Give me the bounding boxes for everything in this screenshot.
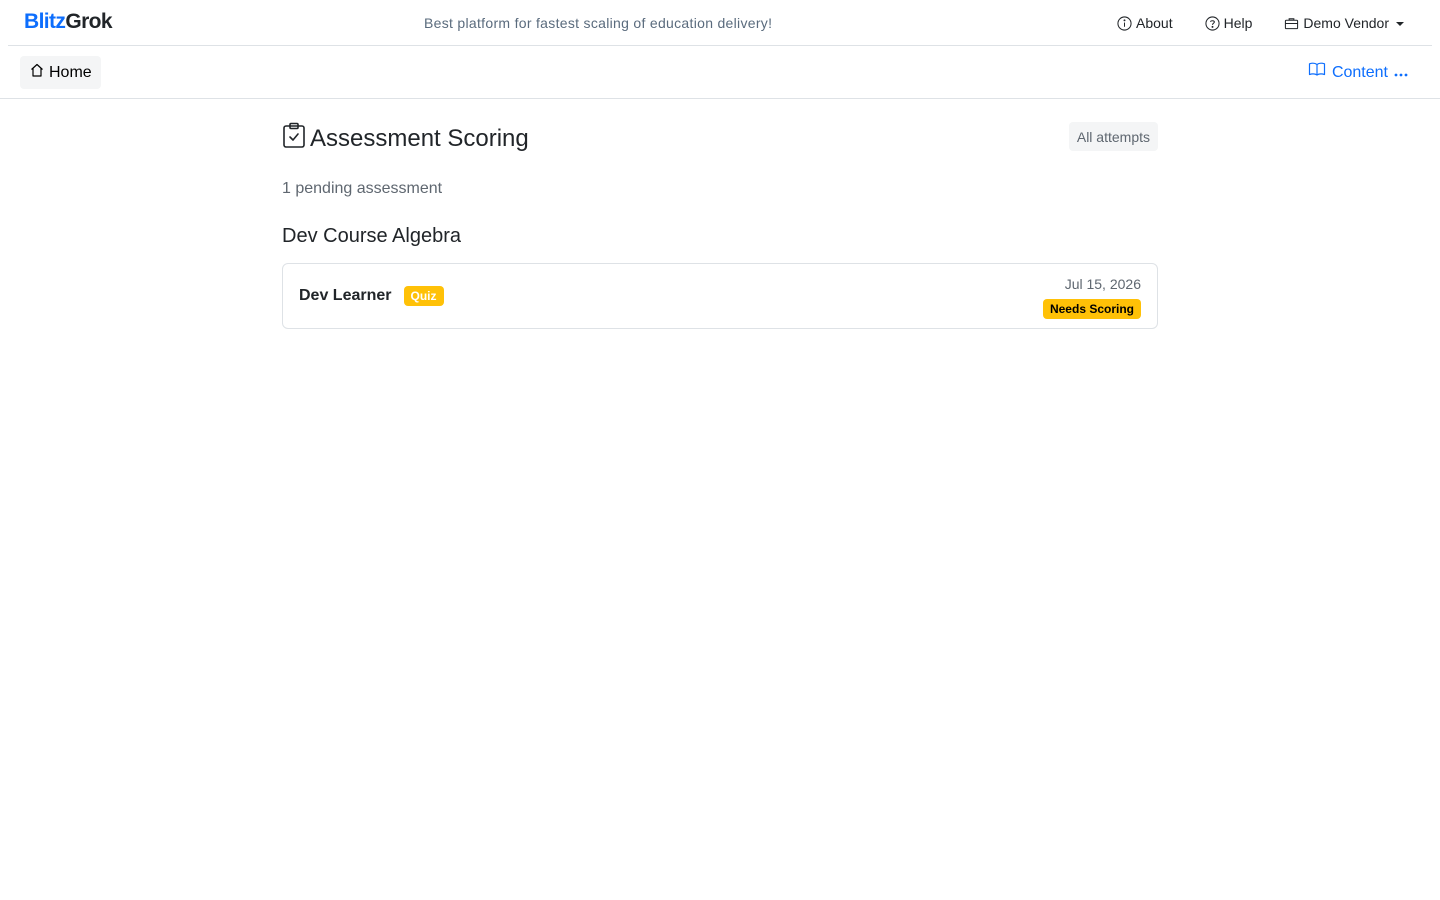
- vendor-label: Demo Vendor: [1303, 15, 1389, 31]
- page-title: Assessment Scoring: [282, 122, 529, 156]
- brand-part-blitz: Blitz: [24, 10, 66, 33]
- course-heading: Dev Course Algebra: [282, 225, 461, 247]
- learner-info: Dev Learner Quiz: [299, 286, 444, 306]
- sub-navbar: Home Content: [0, 46, 1440, 99]
- about-label: About: [1136, 15, 1173, 31]
- assessment-date: Jul 15, 2026: [1064, 276, 1141, 292]
- pending-count: 1 pending assessment: [282, 180, 443, 197]
- ellipsis-icon: [1394, 62, 1408, 84]
- tagline: Best platform for fastest scaling of edu…: [424, 15, 773, 31]
- book-icon: [1308, 61, 1326, 84]
- clipboard-check-icon: [282, 122, 306, 156]
- vendor-dropdown[interactable]: Demo Vendor: [1284, 13, 1404, 33]
- page-title-text: Assessment Scoring: [310, 125, 529, 152]
- brand-part-grok: Grok: [65, 10, 112, 33]
- help-link[interactable]: Help: [1205, 13, 1253, 33]
- quiz-badge: Quiz: [403, 286, 444, 306]
- status-badge: Needs Scoring: [1042, 299, 1141, 319]
- about-link[interactable]: About: [1117, 13, 1173, 33]
- content-menu[interactable]: Content: [1308, 61, 1408, 84]
- top-nav-links: About Help Demo Vendor: [1117, 13, 1404, 33]
- briefcase-icon: [1284, 16, 1299, 31]
- assessment-meta: Jul 15, 2026 Needs Scoring: [1042, 276, 1141, 319]
- question-circle-icon: [1205, 15, 1220, 31]
- content-label: Content: [1331, 63, 1388, 81]
- caret-down-icon: [1396, 21, 1404, 26]
- help-label: Help: [1223, 15, 1253, 31]
- page-header: Assessment Scoring All attempts: [282, 122, 1158, 152]
- all-attempts-button[interactable]: All attempts: [1068, 122, 1158, 151]
- info-icon: [1117, 15, 1132, 31]
- learner-name: Dev Learner: [299, 287, 392, 304]
- home-button[interactable]: Home: [20, 56, 101, 89]
- top-navbar: BlitzGrok Best platform for fastest scal…: [8, 0, 1432, 46]
- home-label: Home: [49, 63, 92, 81]
- house-icon: [29, 62, 45, 83]
- brand-logo[interactable]: BlitzGrok: [24, 9, 113, 35]
- assessment-card[interactable]: Dev Learner Quiz Jul 15, 2026 Needs Scor…: [282, 263, 1158, 329]
